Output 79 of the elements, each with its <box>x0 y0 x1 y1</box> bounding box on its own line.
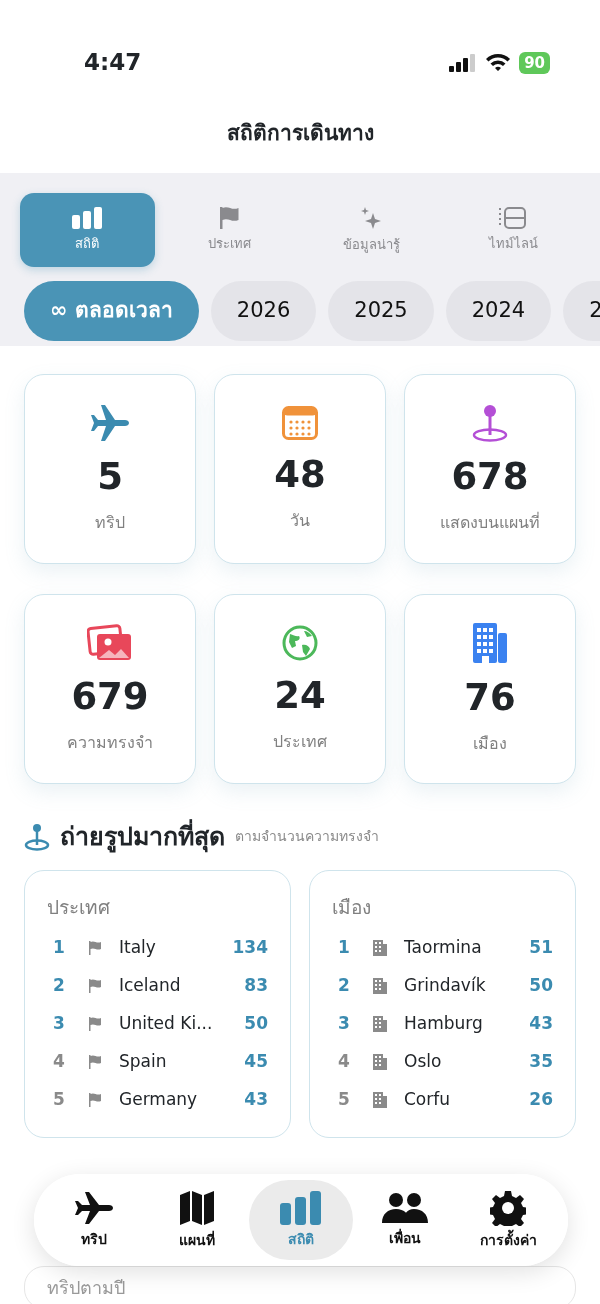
memory-count: 35 <box>529 1050 553 1074</box>
flag-icon <box>87 1092 103 1108</box>
rank-number: 3 <box>337 1012 351 1036</box>
settings-icon[interactable] <box>490 1189 527 1226</box>
flag-icon <box>87 1054 103 1070</box>
card-heading: ทริปตามปี <box>47 1276 126 1299</box>
status-time: 4:47 <box>84 48 142 78</box>
place-name: Oslo <box>404 1050 442 1074</box>
stat-value: 678 <box>451 457 529 495</box>
stat-label: วัน <box>290 509 310 532</box>
screen-title: สถิติการเดินทาง <box>225 120 375 148</box>
memory-count: 51 <box>529 936 553 960</box>
bar-chart-icon[interactable] <box>279 1190 323 1225</box>
stat-value: 5 <box>97 457 123 495</box>
building-icon <box>372 939 388 957</box>
place-name: Italy <box>119 936 156 960</box>
list-heading: เมือง <box>332 894 372 920</box>
place-name: Germany <box>119 1088 198 1112</box>
place-name: Corfu <box>404 1088 451 1112</box>
map-pin-icon <box>24 822 50 851</box>
section-subtitle: ตามจำนวนความทรงจำ <box>235 827 379 847</box>
memory-count: 43 <box>529 1012 553 1036</box>
stat-value: 76 <box>464 678 516 716</box>
rank-number: 1 <box>52 936 66 960</box>
building-icon <box>372 977 388 995</box>
period-chip[interactable]: 2025 <box>328 281 434 341</box>
flag-icon <box>87 1016 103 1032</box>
signal-icon <box>449 53 478 72</box>
building-icon <box>372 1091 388 1109</box>
place-name: Taormina <box>404 936 482 960</box>
place-name: Iceland <box>119 974 181 998</box>
memory-count: 50 <box>244 1012 268 1036</box>
period-chip[interactable]: 2024 <box>445 281 552 341</box>
rank-number: 2 <box>52 974 66 998</box>
memory-count: 83 <box>244 974 268 998</box>
place-name: Hamburg <box>404 1012 483 1036</box>
period-chip[interactable]: 2026 <box>210 281 317 341</box>
place-name: Grindavík <box>404 974 486 998</box>
rank-number: 5 <box>52 1088 66 1112</box>
map-icon[interactable] <box>179 1189 216 1226</box>
stat-value: 48 <box>274 455 326 493</box>
stat-label: ความทรงจำ <box>67 731 153 754</box>
tab-bar-item[interactable]: การตั้งค่า <box>456 1180 560 1260</box>
place-name: Spain <box>119 1050 167 1074</box>
building-icon <box>372 1015 388 1033</box>
flag-icon <box>218 206 240 231</box>
memory-count: 134 <box>232 936 268 960</box>
flag-icon <box>87 978 103 994</box>
list-heading: ประเทศ <box>47 894 111 920</box>
memory-count: 43 <box>244 1088 268 1112</box>
memory-count: 26 <box>529 1088 553 1112</box>
bar-chart-icon <box>71 206 103 231</box>
rank-number: 4 <box>52 1050 66 1074</box>
flag-icon <box>87 940 103 956</box>
tab-bar-item[interactable]: เพื่อน <box>352 1180 457 1260</box>
airplane-icon[interactable] <box>72 1190 115 1225</box>
people-icon[interactable] <box>380 1191 429 1224</box>
rank-number: 5 <box>337 1088 351 1112</box>
period-chip[interactable]: 2 <box>563 281 600 341</box>
building-icon <box>372 1053 388 1071</box>
rank-number: 2 <box>337 974 351 998</box>
tab-bar-item[interactable]: แผนที่ <box>145 1180 250 1260</box>
wifi-icon <box>485 53 512 72</box>
battery-indicator: 90 <box>519 51 550 74</box>
memory-count: 45 <box>244 1050 268 1074</box>
tab-bar-item[interactable]: ทริป <box>42 1180 146 1260</box>
timeline-icon <box>499 206 527 231</box>
rank-number: 1 <box>337 936 351 960</box>
section-title: ถ่ายรูปมากที่สุด <box>60 818 225 856</box>
place-name: United Ki... <box>119 1012 213 1036</box>
stat-label: เมือง <box>473 732 507 755</box>
stat-label: ทริป <box>95 511 125 534</box>
stat-label: แสดงบนแผนที่ <box>440 511 540 534</box>
rank-number: 3 <box>52 1012 66 1036</box>
rank-number: 4 <box>337 1050 351 1074</box>
stat-value: 679 <box>71 677 149 715</box>
memory-count: 50 <box>529 974 553 998</box>
stat-label: ประเทศ <box>273 730 327 753</box>
stat-value: 24 <box>274 676 326 714</box>
